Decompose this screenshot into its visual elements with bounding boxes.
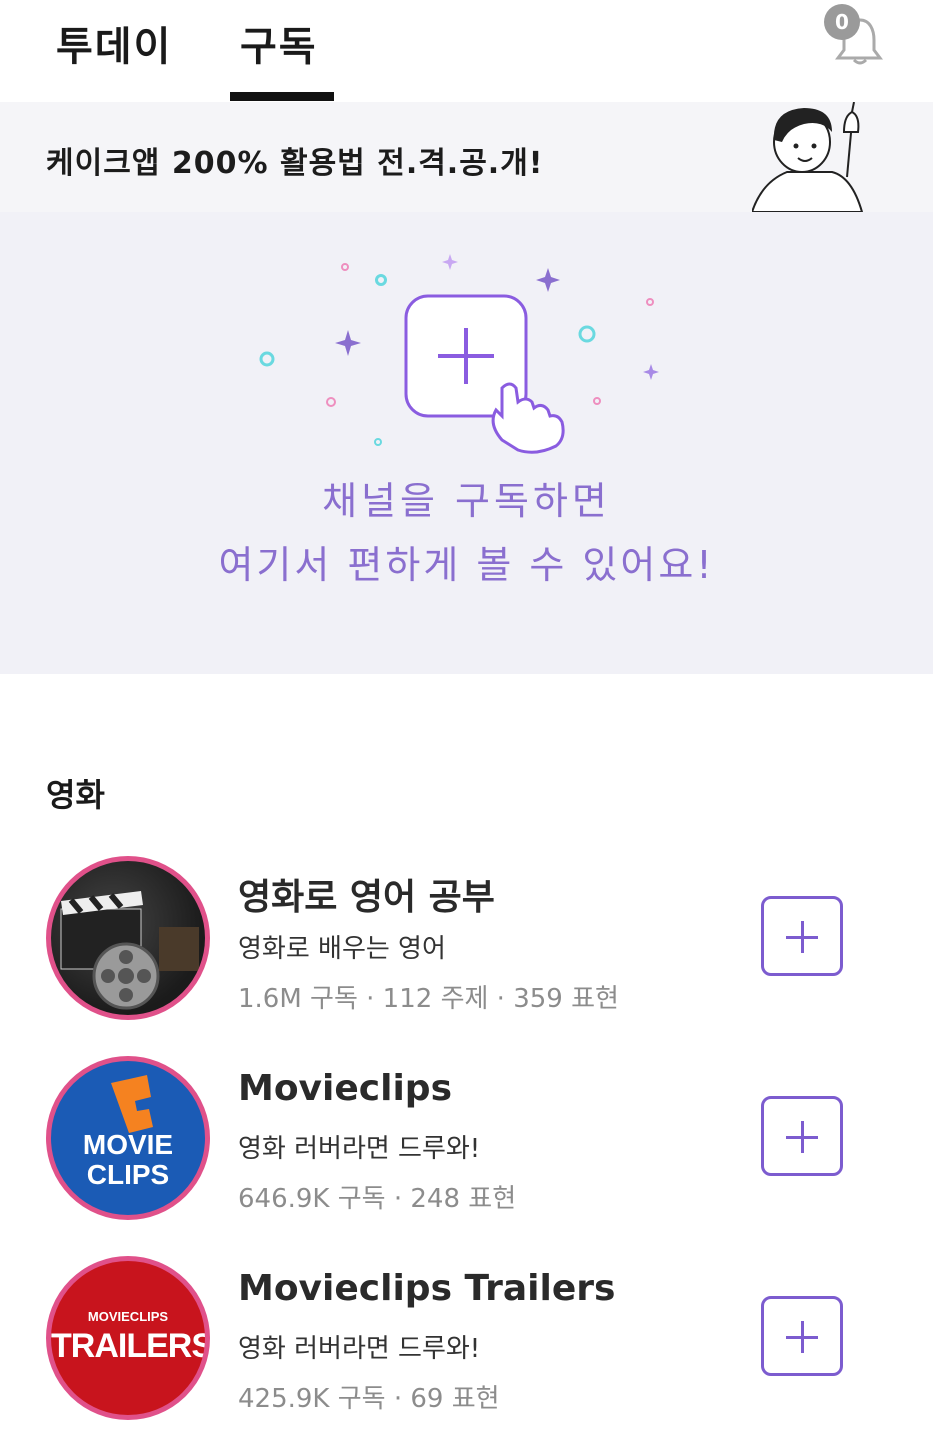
promo-banner[interactable]: 케이크앱 200% 활용법 전.격.공.개!	[0, 102, 933, 212]
film-reel-icon	[60, 891, 199, 1010]
promo-banner-text: 케이크앱 200% 활용법 전.격.공.개!	[46, 146, 544, 181]
tab-today[interactable]: 투데이	[56, 14, 172, 72]
tab-subscriptions[interactable]: 구독	[240, 14, 318, 72]
channel-stats: 646.9K 구독 · 248 표현	[238, 1184, 517, 1214]
channel-name: Movieclips Trailers	[238, 1268, 616, 1309]
pointing-character-illustration	[752, 102, 864, 212]
notification-count-badge: 0	[824, 4, 860, 40]
channel-avatar: MOVIECLIPS TRAILERS	[46, 1256, 210, 1420]
empty-state-message-line2: 여기서 편하게 볼 수 있어요!	[218, 543, 715, 587]
channel-name: 영화로 영어 공부	[238, 877, 495, 918]
top-tab-bar: 투데이 구독 0	[0, 0, 933, 102]
channel-description: 영화 러버라면 드루와!	[238, 1134, 481, 1164]
subscribe-plus-button[interactable]	[761, 1096, 843, 1176]
channel-stats: 425.9K 구독 · 69 표현	[238, 1384, 500, 1414]
channel-description: 영화로 배우는 영어	[238, 934, 446, 964]
channel-logo-text-line2: TRAILERS	[51, 1327, 210, 1365]
channel-description: 영화 러버라면 드루와!	[238, 1334, 481, 1364]
channel-stats: 1.6M 구독 · 112 주제 · 359 표현	[238, 984, 619, 1014]
empty-subscriptions-state: 채널을 구독하면 여기서 편하게 볼 수 있어요!	[0, 212, 933, 674]
empty-state-message-line1: 채널을 구독하면	[322, 479, 611, 523]
subscribe-plus-button[interactable]	[761, 1296, 843, 1376]
channel-name: Movieclips	[238, 1068, 452, 1109]
channel-logo-text-line1: MOVIECLIPS	[87, 1309, 169, 1324]
channel-avatar	[46, 856, 210, 1020]
subscribe-plus-button[interactable]	[761, 896, 843, 976]
category-title: 영화	[46, 776, 105, 814]
channel-logo-text-line1: MOVIE	[82, 1129, 174, 1160]
channel-logo-text-line2: CLIPS	[86, 1159, 170, 1190]
active-tab-indicator	[230, 92, 334, 101]
channel-row[interactable]: 영화로 영어 공부 영화로 배우는 영어 1.6M 구독 · 112 주제 · …	[0, 856, 933, 1026]
channel-row[interactable]: MOVIECLIPS TRAILERS Movieclips Trailers …	[0, 1256, 933, 1426]
channel-avatar: MOVIE CLIPS	[46, 1056, 210, 1220]
add-channel-illustration	[259, 254, 659, 454]
channel-row[interactable]: MOVIE CLIPS Movieclips 영화 러버라면 드루와! 646.…	[0, 1056, 933, 1226]
